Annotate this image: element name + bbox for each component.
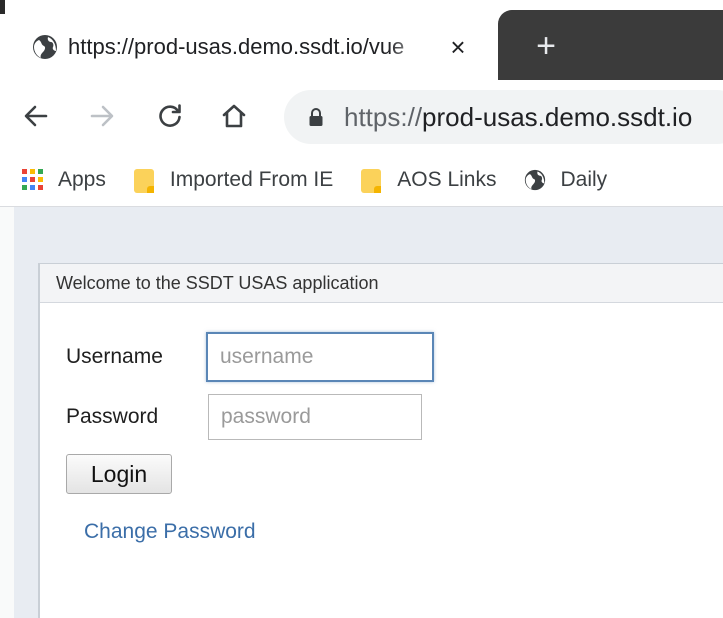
username-row: Username: [66, 332, 434, 382]
tab-title: https://prod-usas.demo.ssdt.io/vue: [68, 34, 405, 59]
window-corner: [0, 0, 5, 14]
browser-window: https://prod-usas.demo.ssdt.io/vue × + h…: [0, 0, 723, 618]
close-icon[interactable]: ×: [444, 32, 472, 62]
bookmark-label: Apps: [58, 168, 106, 191]
tab-strip: https://prod-usas.demo.ssdt.io/vue × +: [0, 0, 723, 80]
url-scheme: https://: [344, 101, 423, 132]
bookmark-aos-links[interactable]: AOS Links: [361, 168, 497, 193]
arrow-left-icon: [24, 105, 48, 127]
apps-grid-icon: [22, 169, 44, 191]
username-label: Username: [66, 345, 163, 368]
bookmark-label: Imported From IE: [169, 168, 334, 191]
bookmark-imported-from-ie[interactable]: Imported From IE: [133, 168, 334, 193]
lock-icon: [308, 107, 324, 127]
url-host: prod-usas.demo.ssdt.io: [422, 101, 693, 132]
globe-icon: [524, 169, 546, 191]
username-input[interactable]: [206, 332, 434, 382]
login-button[interactable]: Login: [66, 454, 172, 494]
forward-button[interactable]: [82, 96, 122, 136]
panel-title: Welcome to the SSDT USAS application: [40, 264, 723, 303]
page-content: Welcome to the SSDT USAS application Use…: [0, 207, 723, 618]
reload-icon: [159, 104, 181, 127]
address-bar[interactable]: https://prod-usas.demo.ssdt.io: [284, 90, 723, 144]
bookmark-apps[interactable]: Apps: [22, 168, 106, 192]
new-tab-button[interactable]: +: [526, 26, 566, 66]
change-password-link[interactable]: Change Password: [84, 520, 256, 544]
browser-toolbar: https://prod-usas.demo.ssdt.io: [0, 80, 723, 154]
bookmarks-bar: Apps Imported From IE AOS Links Daily: [0, 154, 723, 207]
reload-button[interactable]: [150, 96, 190, 136]
tab-active[interactable]: https://prod-usas.demo.ssdt.io/vue ×: [22, 14, 498, 80]
password-input[interactable]: [208, 394, 422, 440]
back-button[interactable]: [16, 96, 56, 136]
password-row: Password: [66, 394, 422, 440]
password-label: Password: [66, 405, 159, 428]
bookmark-daily[interactable]: Daily: [524, 168, 607, 192]
arrow-right-icon: [90, 105, 114, 127]
url-text: https://prod-usas.demo.ssdt.io: [344, 102, 692, 133]
home-button[interactable]: [214, 96, 254, 136]
login-panel: Welcome to the SSDT USAS application Use…: [38, 263, 723, 618]
folder-icon: [133, 169, 156, 193]
folder-icon: [361, 169, 383, 193]
bookmark-label: Daily: [560, 168, 608, 191]
globe-icon: [32, 34, 58, 60]
bookmark-label: AOS Links: [397, 168, 497, 191]
home-icon: [222, 104, 246, 128]
